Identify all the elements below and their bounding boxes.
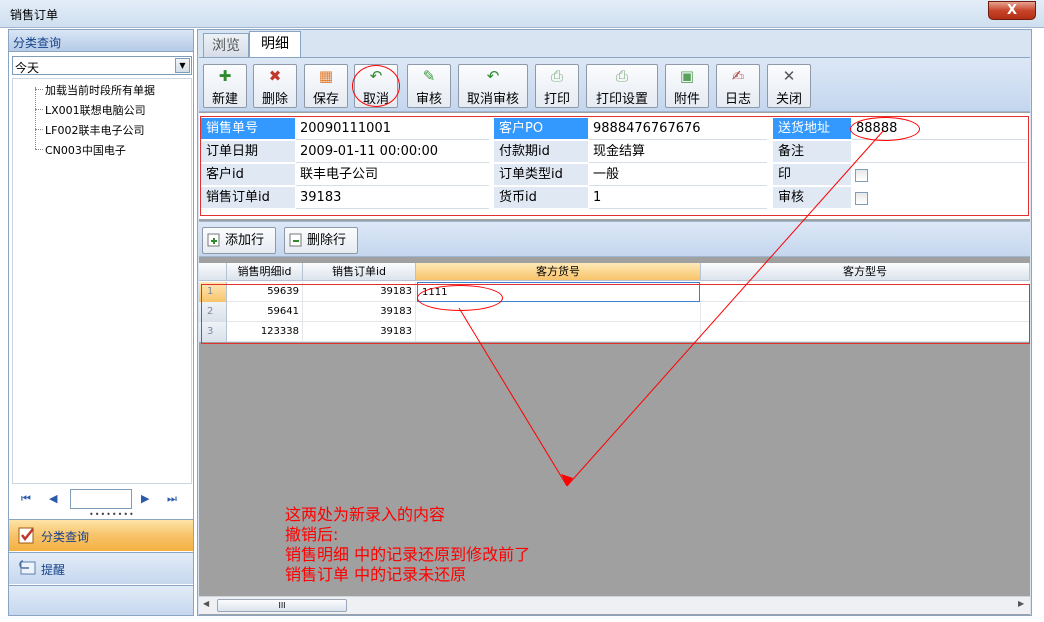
next-record-icon[interactable]: ▶ (141, 492, 149, 505)
tree-connector (35, 109, 43, 110)
window-title: 销售订单 (10, 8, 59, 22)
scroll-right-icon[interactable]: ▶ (1018, 599, 1024, 608)
main-area: 浏览 明细 ✚ 新建 ✖ 删除 ▦ 保存 ↶ 取消 ✎ 审核 ↶ 取消审核 ⎙ … (197, 29, 1032, 616)
horizontal-scrollbar[interactable]: ◀ III ▶ (199, 596, 1030, 614)
tree-item-customer[interactable]: LF002联丰电子公司 (45, 122, 144, 138)
prev-record-icon[interactable]: ◀ (49, 492, 57, 505)
title-bar: 销售订单 X (0, 0, 1044, 28)
page-input[interactable] (70, 489, 132, 509)
tree-connector (35, 149, 43, 150)
record-navigator: ⏮ ◀ ▶ ⏭ (9, 486, 193, 512)
splitter-grip[interactable]: •••••••• (89, 510, 135, 519)
tree-connector (35, 87, 36, 149)
left-panel-title: 分类查询 (13, 36, 62, 50)
left-panel-header: 分类查询 (9, 30, 193, 52)
section-label: 分类查询 (41, 530, 90, 544)
tree-item-customer[interactable]: CN003中国电子 (45, 142, 126, 158)
checklist-icon (18, 527, 34, 544)
paperclip-icon (19, 560, 36, 575)
last-record-icon[interactable]: ⏭ (167, 492, 177, 506)
tab-browse[interactable]: 浏览 (203, 33, 249, 57)
tree-connector (35, 89, 43, 90)
section-reminder[interactable]: 提醒 (9, 552, 193, 584)
tree-item-customer[interactable]: LX001联想电脑公司 (45, 102, 146, 118)
date-range-select[interactable]: 今天 ▼ (12, 56, 192, 75)
left-panel: 分类查询 今天 ▼ 加载当前时段所有单据 LX001联想电脑公司 LF002联丰… (8, 29, 194, 616)
detail-content: ✚ 新建 ✖ 删除 ▦ 保存 ↶ 取消 ✎ 审核 ↶ 取消审核 ⎙ 打印 ⎙ 打… (199, 57, 1030, 615)
section-category-query[interactable]: 分类查询 (9, 519, 193, 551)
window-close-button[interactable]: X (988, 1, 1036, 20)
scroll-thumb[interactable]: III (217, 599, 347, 612)
tree-item-all[interactable]: 加载当前时段所有单据 (45, 82, 155, 98)
tree-connector (35, 129, 43, 130)
annotation-text: 销售订单 中的记录未还原 (285, 565, 467, 584)
section-empty (9, 585, 193, 615)
category-tree: 加载当前时段所有单据 LX001联想电脑公司 LF002联丰电子公司 CN003… (12, 78, 192, 484)
tab-detail[interactable]: 明细 (249, 31, 301, 57)
section-label: 提醒 (41, 563, 66, 577)
chevron-down-icon[interactable]: ▼ (175, 58, 190, 73)
scroll-left-icon[interactable]: ◀ (203, 599, 209, 608)
first-record-icon[interactable]: ⏮ (21, 492, 31, 506)
date-range-value: 今天 (15, 61, 40, 75)
